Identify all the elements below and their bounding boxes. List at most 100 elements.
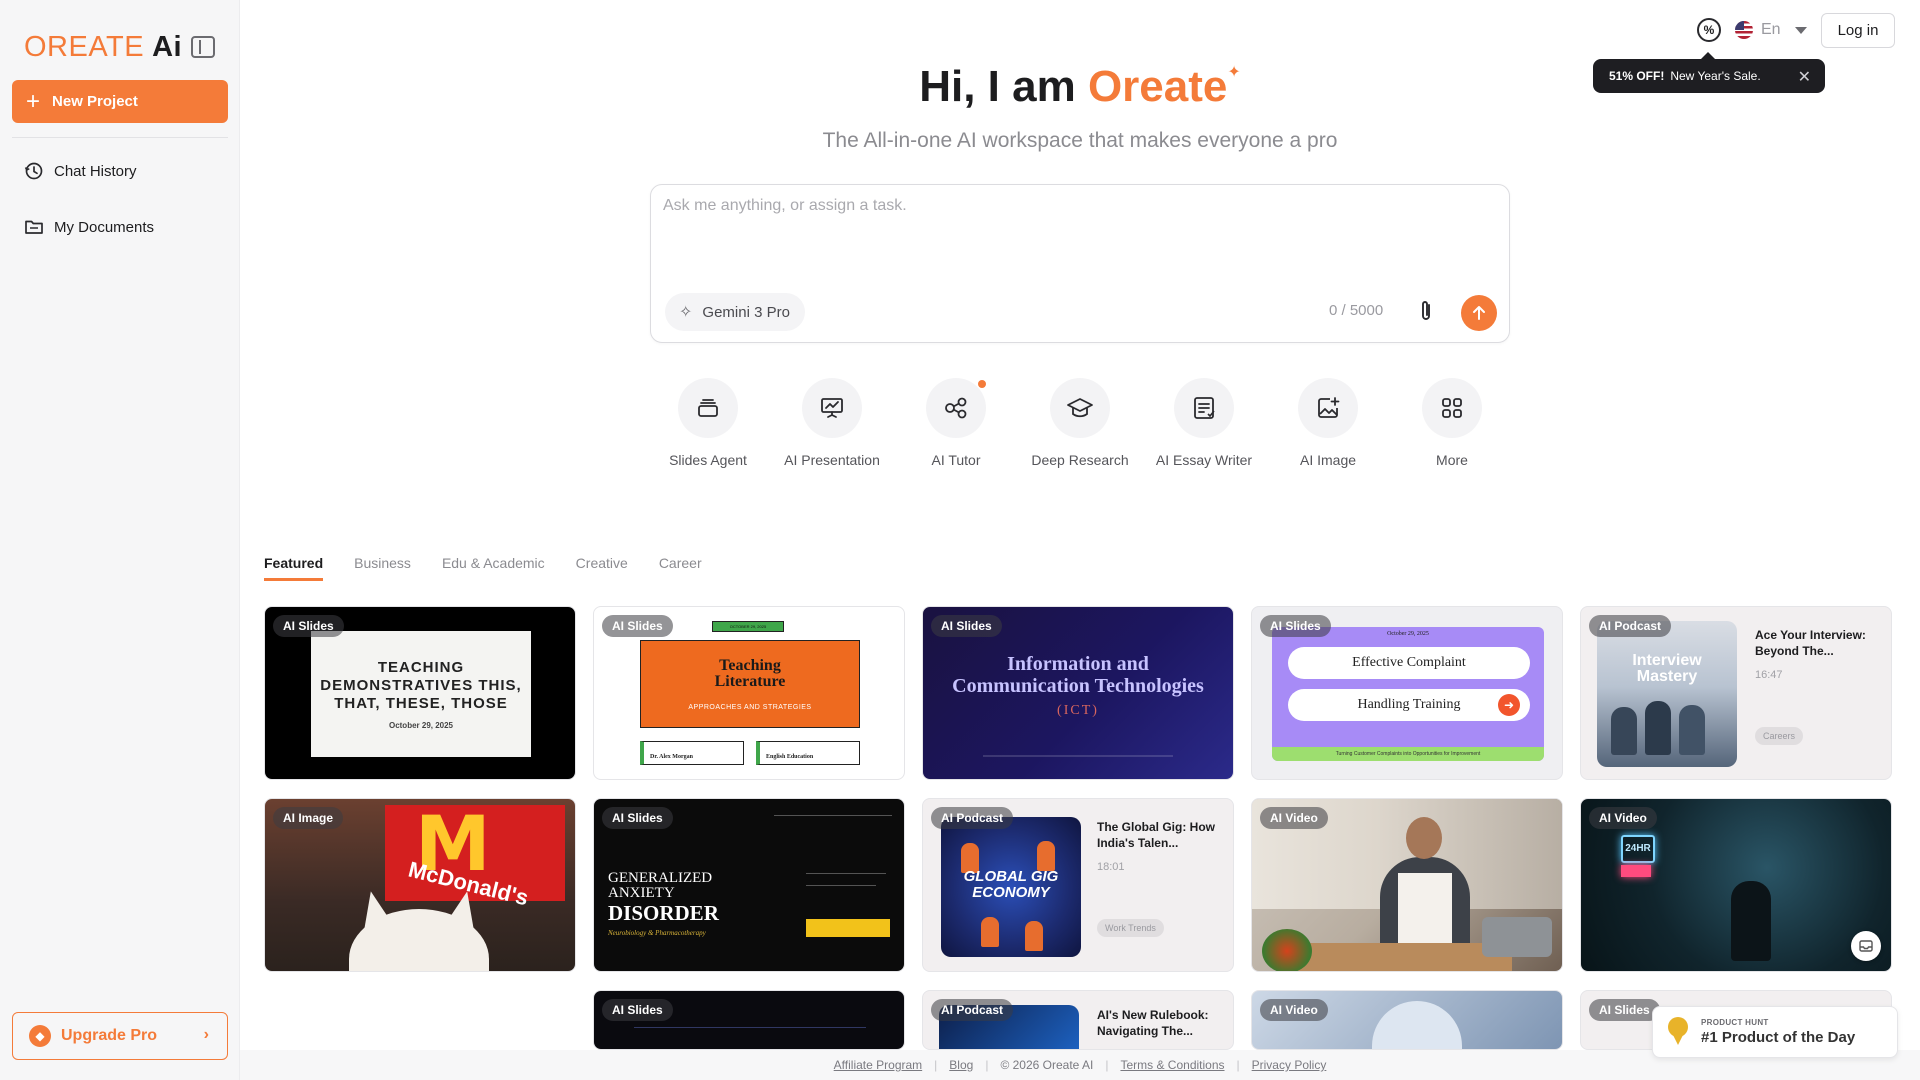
card-ai-rulebook-podcast[interactable]: AI Podcast AI's New Rulebook: Navigating…: [922, 990, 1234, 1050]
footer-link-affiliate[interactable]: Affiliate Program: [834, 1058, 922, 1072]
podcast-cover-title: Interview Mastery: [1632, 652, 1702, 685]
tool-slides-agent[interactable]: Slides Agent: [648, 378, 768, 468]
card-teaching-demonstratives[interactable]: AI Slides TEACHING DEMONSTRATIVES THIS, …: [264, 606, 576, 780]
neon-text: 24HR: [1625, 843, 1651, 854]
hero-title: Hi, I am Oreate✦: [240, 62, 1920, 112]
footer-copyright: © 2026 Oreate AI: [1000, 1058, 1094, 1072]
tool-label: AI Tutor: [931, 452, 981, 468]
slide-subtitle: Neurobiology & Pharmacotherapy: [608, 929, 706, 937]
footer-link-terms[interactable]: Terms & Conditions: [1120, 1058, 1224, 1072]
card-tag: AI Image: [273, 807, 344, 829]
figure-silhouette: [1731, 881, 1771, 961]
podcast-cover: GLOBAL GIG ECONOMY: [941, 817, 1081, 957]
plus-icon: +: [26, 87, 41, 115]
card-tag: AI Podcast: [1589, 615, 1672, 637]
sidebar-item-my-documents[interactable]: My Documents: [24, 212, 224, 242]
tab-featured[interactable]: Featured: [264, 555, 324, 581]
model-selector[interactable]: ✧ Gemini 3 Pro: [665, 293, 805, 331]
product-hunt-badge[interactable]: PRODUCT HUNT #1 Product of the Day: [1652, 1006, 1898, 1058]
slide-footer-text: Turning Customer Complaints into Opportu…: [1335, 751, 1481, 757]
tool-ai-essay-writer[interactable]: AI Essay Writer: [1144, 378, 1264, 468]
tool-label: AI Presentation: [784, 452, 880, 468]
upgrade-pro-button[interactable]: ◆ Upgrade Pro ›: [12, 1012, 228, 1060]
slide-footer: Turning Customer Complaints into Opportu…: [1272, 747, 1544, 761]
podcast-title: Ace Your Interview: Beyond The...: [1755, 628, 1866, 658]
podcast-cover: Interview Mastery: [1597, 621, 1737, 767]
footer-link-blog[interactable]: Blog: [949, 1058, 973, 1072]
tool-ai-presentation[interactable]: AI Presentation: [772, 378, 892, 468]
sidebar-item-label: Chat History: [54, 162, 137, 180]
neon-strip: [1621, 865, 1651, 877]
card-tag: AI Slides: [273, 615, 344, 637]
chevron-right-icon: ›: [203, 1026, 209, 1043]
hero-brand: Oreate: [1087, 62, 1228, 111]
arrow-up-icon: [1473, 306, 1485, 320]
tool-ai-image[interactable]: AI Image: [1268, 378, 1388, 468]
card-ict[interactable]: AI Slides Information and Communication …: [922, 606, 1234, 780]
badge-title: #1 Product of the Day: [1701, 1029, 1856, 1046]
tab-creative[interactable]: Creative: [576, 555, 628, 581]
card-slides-row3[interactable]: AI Slides: [593, 990, 905, 1050]
card-night-street-video[interactable]: AI Video 24HR: [1580, 798, 1892, 972]
tool-deep-research[interactable]: Deep Research: [1020, 378, 1140, 468]
tool-label: Deep Research: [1031, 452, 1129, 468]
language-selector[interactable]: En: [1735, 18, 1807, 42]
card-tag: AI Slides: [602, 999, 673, 1021]
slide-title: TEACHING DEMONSTRATIVES THIS, THAT, THES…: [320, 658, 522, 712]
tool-more[interactable]: More: [1392, 378, 1512, 468]
tool-label: More: [1436, 452, 1468, 468]
tab-edu-academic[interactable]: Edu & Academic: [442, 555, 545, 581]
slide-department-box: English Education: [756, 741, 860, 765]
card-teaching-literature[interactable]: AI Slides OCTOBER 29, 2025 Teaching Lite…: [593, 606, 905, 780]
card-anxiety-disorder[interactable]: AI Slides GENERALIZED ANXIETY DISORDER N…: [593, 798, 905, 972]
char-counter: 0 / 5000: [1329, 302, 1384, 319]
card-tag: AI Podcast: [931, 999, 1014, 1021]
cooking-pot: [1482, 917, 1552, 957]
sparkle-icon: ✦: [1227, 64, 1241, 81]
language-label: En: [1761, 21, 1781, 38]
slide-title: GENERALIZED ANXIETY: [608, 870, 713, 901]
sidebar-item-chat-history[interactable]: Chat History: [24, 156, 224, 186]
prompt-input[interactable]: [663, 197, 1493, 277]
arrow-right-icon: ➜: [1498, 694, 1520, 716]
chef-figure: [1368, 813, 1478, 957]
slide-thumbnail: Teaching Literature APPROACHES AND STRAT…: [640, 640, 860, 728]
card-complaint-handling[interactable]: AI Slides October 29, 2025 Effective Com…: [1251, 606, 1563, 780]
card-mcdonalds-image[interactable]: AI Image M McDonald's: [264, 798, 576, 972]
card-video-row3[interactable]: AI Video: [1251, 990, 1563, 1050]
prompt-box: ✧ Gemini 3 Pro 0 / 5000: [650, 184, 1510, 343]
card-chef-video[interactable]: AI Video: [1251, 798, 1563, 972]
podcast-title: The Global Gig: How India's Talen...: [1097, 820, 1215, 850]
hero-subtitle: The All-in-one AI workspace that makes e…: [822, 129, 1338, 152]
card-tag: AI Slides: [602, 807, 673, 829]
inbox-icon[interactable]: [1851, 931, 1881, 961]
login-button[interactable]: Log in: [1821, 13, 1895, 48]
diamond-icon: ◆: [29, 1025, 51, 1047]
card-global-gig-podcast[interactable]: AI Podcast GLOBAL GIG ECONOMY The Global…: [922, 798, 1234, 972]
tab-business[interactable]: Business: [354, 555, 411, 581]
cutting-board: [1282, 943, 1512, 971]
paperclip-icon[interactable]: [1414, 299, 1438, 325]
medal-icon: [1667, 1017, 1689, 1047]
tool-ai-tutor[interactable]: AI Tutor: [896, 378, 1016, 468]
neon-sign: 24HR: [1621, 835, 1655, 863]
tool-label: Slides Agent: [669, 452, 747, 468]
slide-highlight: [806, 919, 890, 937]
department-name: English Education: [766, 754, 814, 760]
send-button[interactable]: [1461, 295, 1497, 331]
slide-title: Teaching Literature: [714, 656, 786, 690]
slide-date: October 29, 2025: [388, 720, 454, 730]
card-tag: AI Video: [1589, 807, 1657, 829]
new-project-button[interactable]: + New Project: [12, 80, 228, 123]
hero-greeting: Hi, I am: [919, 62, 1088, 111]
card-interview-podcast[interactable]: AI Podcast Interview Mastery Ace Your In…: [1580, 606, 1892, 780]
sparkle-icon: ✧: [679, 304, 693, 321]
footer-link-privacy[interactable]: Privacy Policy: [1252, 1058, 1327, 1072]
card-tag: AI Slides: [1260, 615, 1331, 637]
sidebar-collapse-icon[interactable]: [191, 36, 215, 58]
podcast-cover-title: GLOBAL GIG ECONOMY: [963, 868, 1059, 901]
tab-career[interactable]: Career: [659, 555, 702, 581]
slide-thumbnail: October 29, 2025 Effective Complaint Han…: [1272, 627, 1544, 761]
discount-icon[interactable]: %: [1697, 18, 1721, 42]
category-tabs: Featured Business Edu & Academic Creativ…: [264, 555, 733, 581]
